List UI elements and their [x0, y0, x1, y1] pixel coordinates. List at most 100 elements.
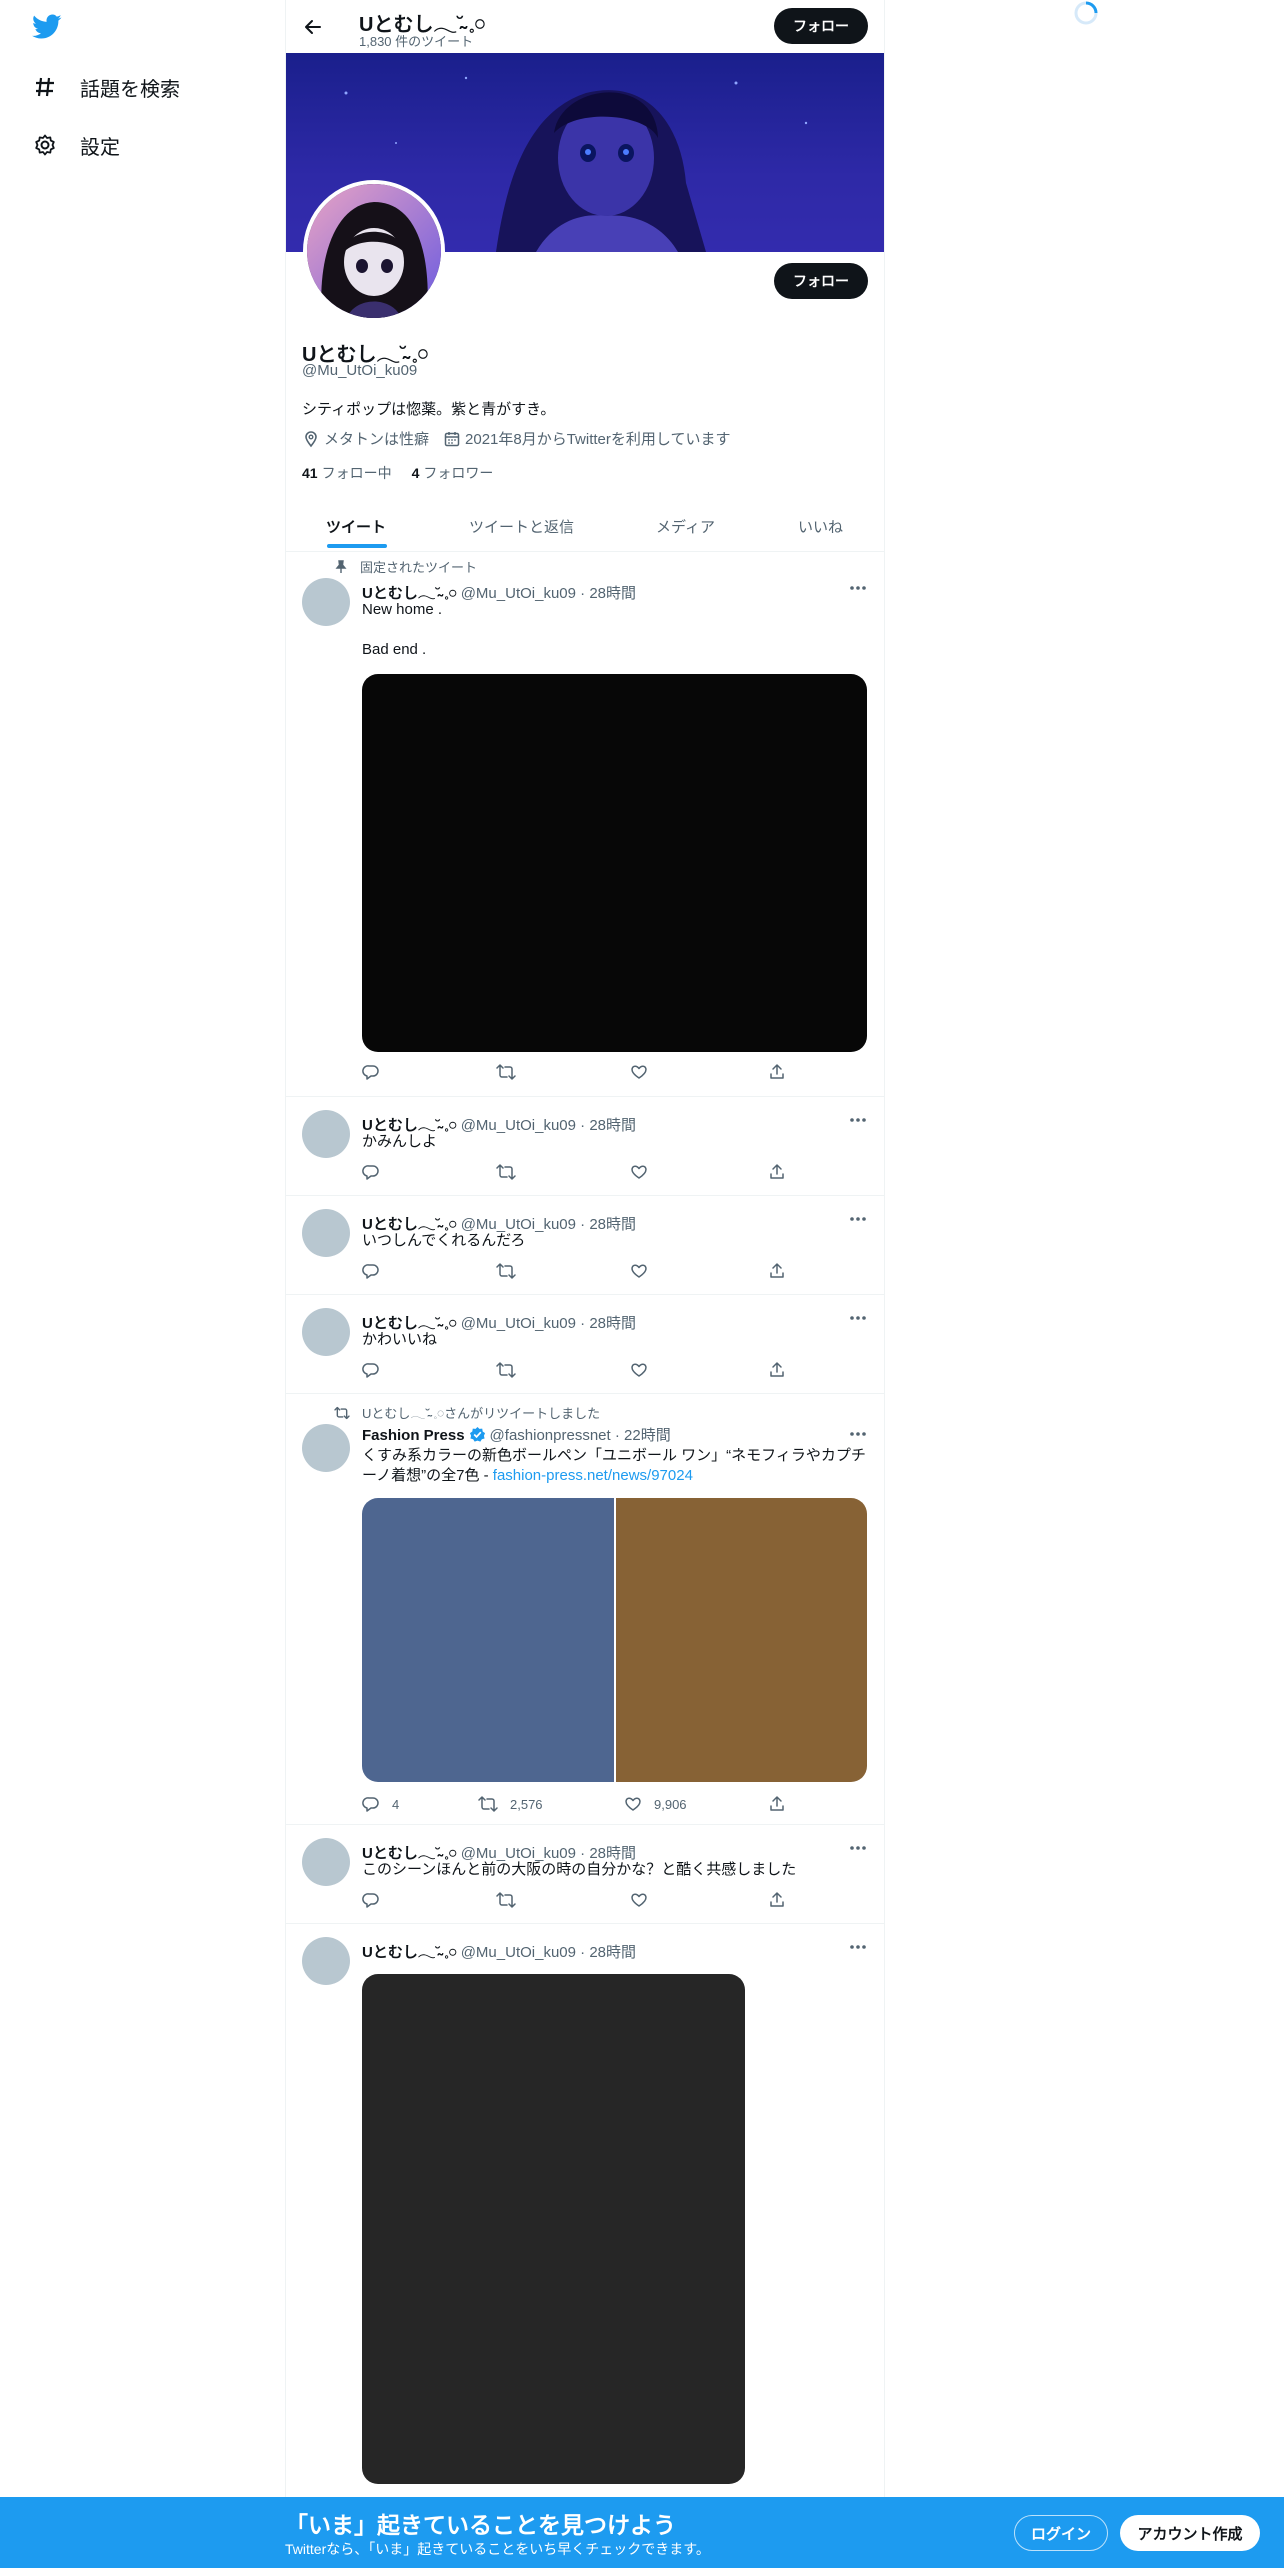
share-button[interactable] [768, 1361, 786, 1379]
profile-bio: シティポップは惚薬。紫と青がすき。 [302, 401, 556, 418]
reply-button[interactable]: 4 [362, 1795, 399, 1813]
signup-button[interactable]: アカウント作成 [1120, 2515, 1260, 2551]
sidebar-item-label: 話題を検索 [80, 78, 180, 101]
tweet[interactable]: Uとむし𓂃˘̴̴̴ 𓈒𓏸 @Mu_UtOi_ku09 · 28時間 いつしんでくれ… [286, 1196, 884, 1295]
tweet-text: くすみ系カラーの新色ボールペン「ユニボール ワン」“ネモフィラやカプチーノ着想”… [362, 1447, 866, 1484]
reply-icon [362, 1363, 379, 1378]
avatar[interactable] [302, 578, 350, 626]
avatar[interactable] [302, 1424, 350, 1472]
more-options-icon[interactable] [846, 1424, 870, 1444]
heart-icon [631, 1165, 647, 1179]
tweet-media-image[interactable] [616, 1498, 867, 1782]
tweet-text: かわいいね [362, 1331, 438, 1348]
heart-icon [631, 1065, 647, 1079]
tweet-media-video[interactable] [362, 674, 867, 1052]
share-icon [770, 1892, 784, 1907]
active-tab-indicator [327, 544, 387, 548]
heart-icon [631, 1264, 647, 1278]
reply-icon [362, 1165, 379, 1180]
tweet-text: Bad end . [362, 641, 427, 658]
share-button[interactable] [768, 1063, 786, 1081]
like-button[interactable] [630, 1891, 648, 1909]
retweet-context: Uとむし𓂃˘̴̴̴ 𓈒𓏸さんがリツイートしました [334, 1402, 600, 1423]
reply-button[interactable] [362, 1163, 380, 1181]
tweet-retweeted[interactable]: Uとむし𓂃˘̴̴̴ 𓈒𓏸さんがリツイートしました Fashion Press @f… [286, 1394, 884, 1825]
twitter-bird-icon[interactable] [32, 14, 64, 42]
tweet-media-image[interactable] [362, 1498, 614, 1782]
avatar[interactable] [302, 1209, 350, 1257]
login-button[interactable]: ログイン [1014, 2515, 1108, 2551]
share-button[interactable] [768, 1163, 786, 1181]
more-options-icon[interactable] [846, 1308, 870, 1328]
profile-header-bar: Uとむし𓂃˘̴̴̴ 𓈒𓏸 1,830 件のツイート フォロー [286, 0, 884, 53]
retweet-button[interactable] [496, 1163, 516, 1181]
retweet-button[interactable] [496, 1361, 516, 1379]
tweet-media-video[interactable] [362, 1974, 745, 2484]
avatar[interactable] [302, 1110, 350, 1158]
left-sidebar: 話題を検索 設定 [0, 0, 285, 2568]
tweet[interactable]: Uとむし𓂃˘̴̴̴ 𓈒𓏸 @Mu_UtOi_ku09 · 28時間 かみんしよ [286, 1097, 884, 1196]
heart-icon [625, 1797, 641, 1811]
profile-avatar[interactable] [303, 180, 445, 322]
like-button[interactable]: 9,906 [624, 1795, 687, 1813]
profile-counts: 41 フォロー中 4 フォロワー [302, 463, 513, 483]
tweet[interactable]: Uとむし𓂃˘̴̴̴ 𓈒𓏸 @Mu_UtOi_ku09 · 28時間 かわいいね [286, 1295, 884, 1394]
tab-media[interactable]: メディア [656, 500, 715, 552]
tab-tweets-and-replies[interactable]: ツイートと返信 [469, 500, 574, 552]
reply-button[interactable] [362, 1262, 380, 1280]
followers-link[interactable]: 4 フォロワー [412, 463, 494, 483]
share-icon [770, 1362, 784, 1377]
like-button[interactable] [630, 1063, 648, 1081]
follow-button-top[interactable]: フォロー [774, 8, 868, 44]
avatar[interactable] [302, 1838, 350, 1886]
tweet-count: 1,830 件のツイート [359, 34, 474, 49]
more-options-icon[interactable] [846, 1110, 870, 1130]
like-button[interactable] [630, 1262, 648, 1280]
retweet-icon [478, 1796, 498, 1812]
retweet-button[interactable] [496, 1891, 516, 1909]
share-button[interactable] [768, 1891, 786, 1909]
more-options-icon[interactable] [846, 1937, 870, 1957]
like-button[interactable] [630, 1163, 648, 1181]
gear-icon [32, 132, 58, 158]
retweet-button[interactable] [496, 1063, 516, 1081]
retweet-button[interactable]: 2,576 [478, 1795, 543, 1813]
retweet-icon [496, 1263, 516, 1279]
more-options-icon[interactable] [846, 1838, 870, 1858]
sidebar-item-explore[interactable]: 話題を検索 [32, 67, 180, 107]
follow-button[interactable]: フォロー [774, 263, 868, 299]
tweet-actions [362, 1163, 787, 1185]
reply-button[interactable] [362, 1063, 380, 1081]
more-options-icon[interactable] [846, 1209, 870, 1229]
retweet-icon [334, 1406, 350, 1419]
sidebar-item-label: 設定 [80, 136, 120, 159]
tab-likes[interactable]: いいね [798, 500, 843, 552]
avatar[interactable] [302, 1308, 350, 1356]
share-button[interactable] [768, 1795, 786, 1813]
tweet-header: Fashion Press @fashionpressnet · 22時間 [362, 1426, 671, 1444]
reply-icon [362, 1893, 379, 1908]
signup-banner-title: 「いま」起きていることを見つけよう [285, 2512, 676, 2538]
reply-button[interactable] [362, 1891, 380, 1909]
tweet-pinned[interactable]: 固定されたツイート Uとむし𓂃˘̴̴̴ 𓈒𓏸 @Mu_UtOi_ku09 · 28… [286, 553, 884, 1097]
tweet-text: かみんしよ [362, 1133, 438, 1150]
share-icon [770, 1263, 784, 1278]
reply-button[interactable] [362, 1361, 380, 1379]
profile-handle: @Mu_UtOi_ku09 [302, 362, 418, 379]
reply-icon [362, 1264, 379, 1279]
tweet[interactable]: Uとむし𓂃˘̴̴̴ 𓈒𓏸 @Mu_UtOi_ku09 · 28時間 [286, 1924, 884, 2504]
back-button[interactable] [296, 10, 330, 44]
like-button[interactable] [630, 1361, 648, 1379]
following-link[interactable]: 41 フォロー中 [302, 463, 392, 483]
tweet-text: このシーンほんと前の大阪の時の自分かな？と酷く共感しました [362, 1861, 797, 1878]
share-icon [770, 1064, 784, 1079]
more-options-icon[interactable] [846, 578, 870, 598]
share-button[interactable] [768, 1262, 786, 1280]
tweet-text: いつしんでくれるんだろ [362, 1232, 526, 1249]
avatar[interactable] [302, 1937, 350, 1985]
like-count: 9,906 [654, 1796, 687, 1812]
tweet-link[interactable]: fashion-press.net/news/97024 [493, 1467, 693, 1484]
sidebar-item-settings[interactable]: 設定 [32, 125, 120, 165]
tweet[interactable]: Uとむし𓂃˘̴̴̴ 𓈒𓏸 @Mu_UtOi_ku09 · 28時間 このシーンほん… [286, 1825, 884, 1924]
retweet-button[interactable] [496, 1262, 516, 1280]
